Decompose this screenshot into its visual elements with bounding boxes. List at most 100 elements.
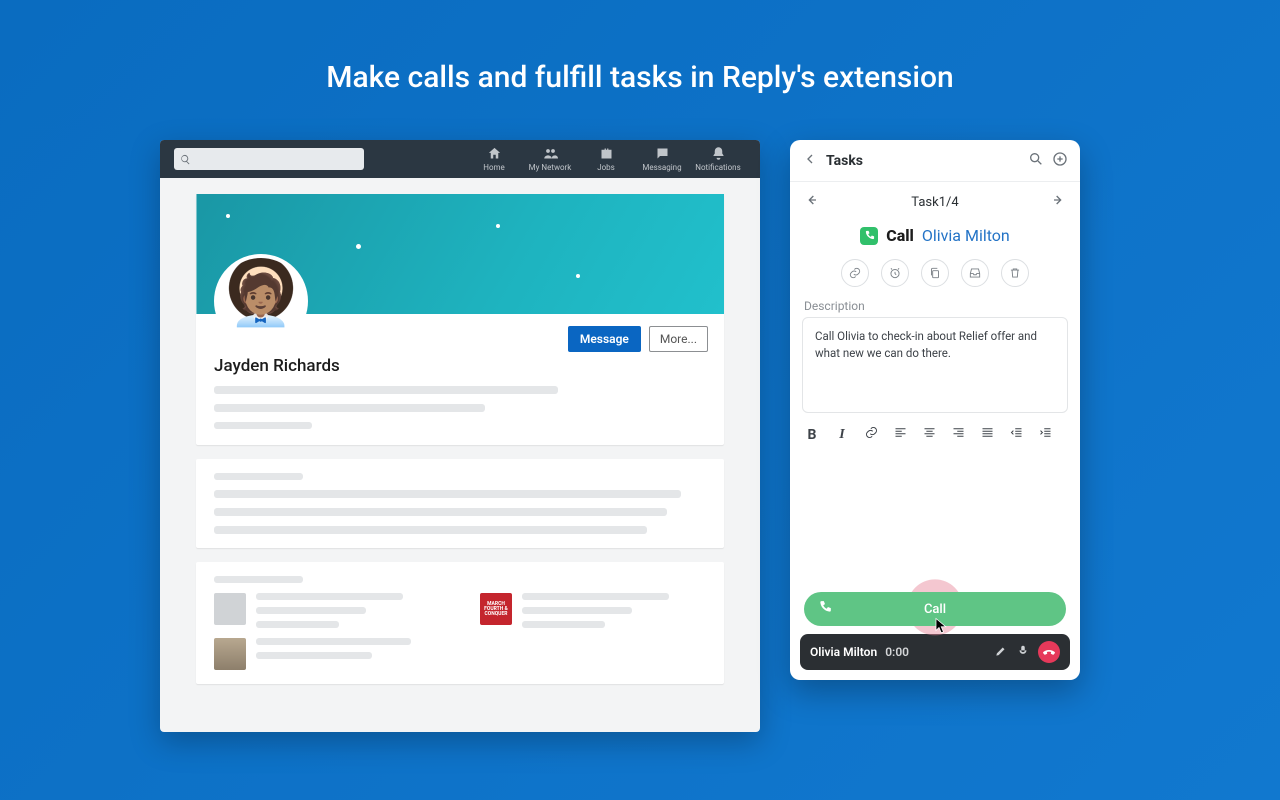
bell-icon: [711, 146, 726, 161]
outdent-button[interactable]: [1009, 425, 1024, 444]
page-heading: Make calls and fulfill tasks in Reply's …: [0, 0, 1280, 95]
nav-jobs-label: Jobs: [597, 163, 615, 172]
network-icon: [543, 146, 558, 161]
experience-row: [214, 638, 450, 670]
experience-row: MARCH FOURTH & CONQUER: [480, 593, 706, 628]
add-button[interactable]: [1052, 151, 1068, 171]
alarm-icon: [888, 266, 902, 280]
ghost-line: [214, 422, 312, 429]
align-right-icon: [951, 425, 966, 440]
align-center-button[interactable]: [922, 425, 937, 444]
link-action[interactable]: [841, 259, 869, 287]
phone-icon: [818, 600, 832, 618]
mic-off-icon: [1016, 644, 1030, 658]
task-pager: Task1/4: [790, 182, 1080, 222]
copy-action[interactable]: [921, 259, 949, 287]
align-left-button[interactable]: [893, 425, 908, 444]
align-justify-button[interactable]: [980, 425, 995, 444]
message-button[interactable]: Message: [568, 326, 641, 352]
delete-action[interactable]: [1001, 259, 1029, 287]
align-center-icon: [922, 425, 937, 440]
back-button[interactable]: [802, 151, 818, 171]
bold-button[interactable]: B: [804, 427, 820, 443]
nav-jobs[interactable]: Jobs: [578, 146, 634, 172]
phone-icon: [1041, 644, 1058, 661]
italic-button[interactable]: I: [834, 427, 850, 443]
copy-icon: [928, 266, 942, 280]
profile-card: 🧑🏽‍💼 Message More... Jayden Richards: [196, 194, 724, 445]
ext-header: Tasks: [790, 140, 1080, 182]
description-editor[interactable]: Call Olivia to check-in about Relief off…: [802, 317, 1068, 413]
ghost-line: [214, 526, 647, 534]
cursor-icon: [933, 617, 951, 639]
indent-button[interactable]: [1038, 425, 1053, 444]
reply-extension-panel: Tasks Task1/4 Call Olivia Milton Descrip…: [790, 140, 1080, 680]
experience-card: MARCH FOURTH & CONQUER: [196, 562, 724, 684]
experience-thumb-badge: MARCH FOURTH & CONQUER: [480, 593, 512, 625]
phone-badge-icon: [860, 227, 878, 245]
align-left-icon: [893, 425, 908, 440]
align-justify-icon: [980, 425, 995, 440]
linkedin-window: Home My Network Jobs Messaging Notificat…: [160, 140, 760, 732]
search-button[interactable]: [1028, 151, 1044, 171]
indent-icon: [1038, 425, 1053, 440]
nav-messaging[interactable]: Messaging: [634, 146, 690, 172]
task-action-row: [790, 251, 1080, 293]
editor-toolbar: B I: [790, 413, 1080, 456]
dialer-time: 0:00: [885, 645, 909, 659]
nav-notifications-label: Notifications: [695, 163, 740, 172]
profile-avatar[interactable]: 🧑🏽‍💼: [214, 254, 308, 348]
avatar-image: 🧑🏽‍💼: [218, 258, 304, 344]
task-contact-link[interactable]: Olivia Milton: [922, 226, 1010, 245]
plus-circle-icon: [1052, 151, 1068, 167]
hangup-button[interactable]: [1038, 641, 1060, 663]
nav-messaging-label: Messaging: [642, 163, 681, 172]
archive-action[interactable]: [961, 259, 989, 287]
ghost-line: [214, 490, 681, 498]
trash-icon: [1008, 266, 1022, 280]
ghost-line: [214, 508, 667, 516]
task-title-row: Call Olivia Milton: [790, 222, 1080, 251]
link-icon: [864, 425, 879, 440]
profile-name: Jayden Richards: [196, 354, 724, 380]
messaging-icon: [655, 146, 670, 161]
about-card: [196, 459, 724, 548]
task-next[interactable]: [1050, 192, 1066, 212]
arrow-left-icon: [804, 192, 820, 208]
experience-thumb: [214, 638, 246, 670]
inbox-icon: [968, 266, 982, 280]
experience-row: [214, 593, 440, 628]
ext-title: Tasks: [826, 153, 863, 169]
more-button[interactable]: More...: [649, 326, 708, 352]
nav-network-label: My Network: [529, 163, 572, 172]
call-button-label: Call: [924, 602, 946, 617]
edit-icon: [994, 644, 1008, 658]
ghost-line: [214, 473, 303, 480]
linkedin-navbar: Home My Network Jobs Messaging Notificat…: [160, 140, 760, 178]
ghost-line: [214, 576, 303, 583]
experience-thumb: [214, 593, 246, 625]
snooze-action[interactable]: [881, 259, 909, 287]
task-action: Call: [886, 226, 914, 245]
dialer-bar: Olivia Milton 0:00: [800, 634, 1070, 670]
link-button[interactable]: [864, 425, 879, 444]
task-prev[interactable]: [804, 192, 820, 212]
search-icon: [1028, 151, 1044, 167]
task-counter: Task1/4: [911, 195, 958, 210]
align-right-button[interactable]: [951, 425, 966, 444]
description-label: Description: [790, 293, 1080, 317]
nav-home[interactable]: Home: [466, 146, 522, 172]
home-icon: [487, 146, 502, 161]
ghost-line: [214, 404, 485, 412]
arrow-right-icon: [1050, 192, 1066, 208]
search-input[interactable]: [174, 148, 364, 170]
arrow-left-icon: [802, 151, 818, 167]
dialpad-button[interactable]: [994, 643, 1008, 662]
link-icon: [848, 266, 862, 280]
nav-network[interactable]: My Network: [522, 146, 578, 172]
mute-button[interactable]: [1016, 643, 1030, 662]
search-icon: [180, 154, 191, 165]
nav-notifications[interactable]: Notifications: [690, 146, 746, 172]
ghost-line: [214, 386, 558, 394]
outdent-icon: [1009, 425, 1024, 440]
